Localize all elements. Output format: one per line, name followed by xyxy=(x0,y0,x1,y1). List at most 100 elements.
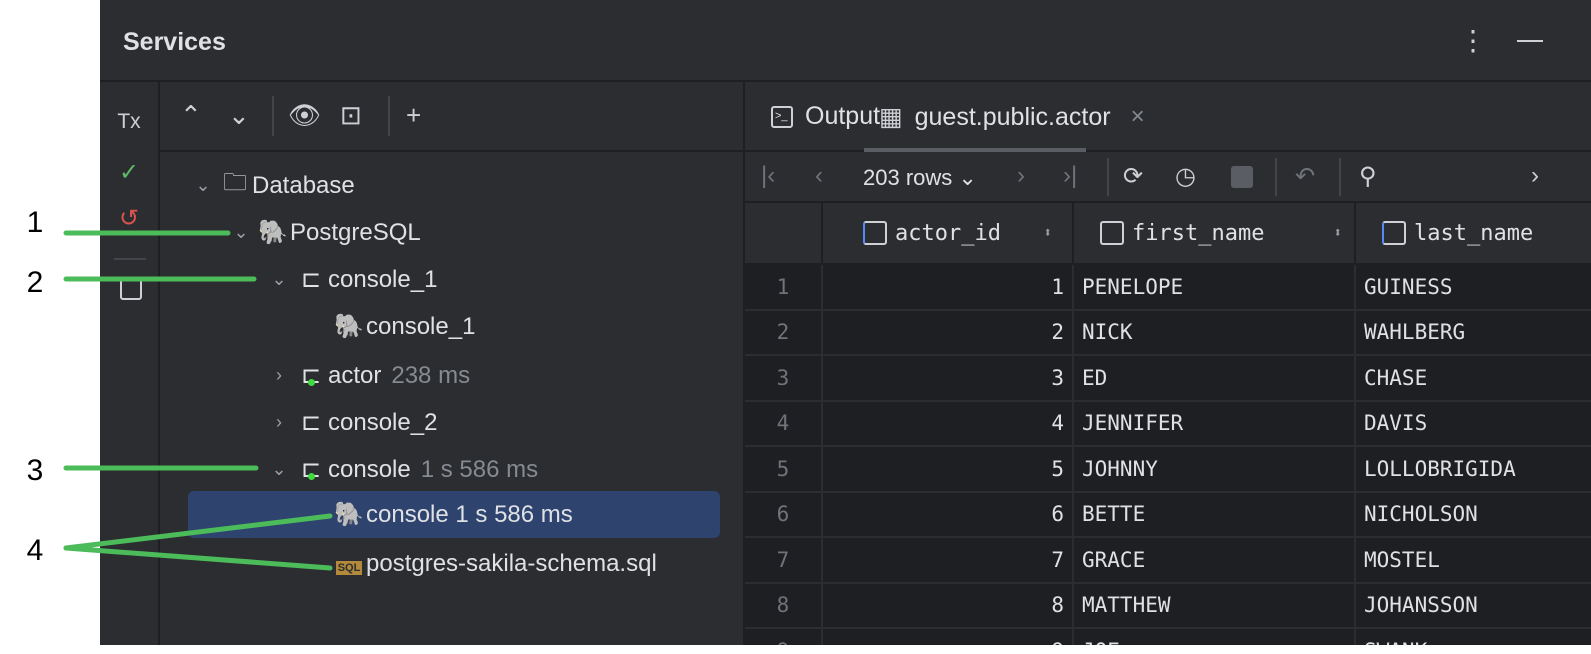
stop-icon[interactable] xyxy=(1231,166,1253,188)
cell-last-name[interactable]: GUINESS xyxy=(1356,265,1591,309)
cell-first-name[interactable]: JENNIFER xyxy=(1074,401,1356,445)
cell-actor-id[interactable]: 4 xyxy=(823,401,1074,445)
table-row[interactable]: 8 8 MATTHEW JOHANSSON xyxy=(745,583,1591,629)
column-header-actor-id[interactable]: actor_id ⬍ xyxy=(823,203,1074,263)
tree-item-console-child-selected[interactable]: 🐘 console 1 s 586 ms xyxy=(332,491,573,538)
table-row[interactable]: 6 6 BETTE NICHOLSON xyxy=(745,492,1591,538)
table-row[interactable]: 4 4 JENNIFER DAVIS xyxy=(745,401,1591,447)
column-label: last_name xyxy=(1414,220,1534,246)
layout-icon[interactable] xyxy=(120,278,142,300)
cell-first-name[interactable]: JOHNNY xyxy=(1074,447,1356,491)
tree-item-label: console_2 xyxy=(328,408,438,436)
cell-first-name[interactable]: PENELOPE xyxy=(1074,265,1356,309)
first-page-icon[interactable]: |‹ xyxy=(761,162,775,190)
cell-last-name[interactable]: MOSTEL xyxy=(1356,538,1591,582)
revert-icon[interactable]: ↶ xyxy=(1295,162,1315,191)
cell-actor-id[interactable]: 7 xyxy=(823,538,1074,582)
new-group-icon[interactable]: ⊡ xyxy=(340,100,362,131)
cell-first-name[interactable]: MATTHEW xyxy=(1074,583,1356,627)
add-icon[interactable]: + xyxy=(406,100,421,131)
chevron-right-icon[interactable]: › xyxy=(264,412,294,433)
row-count-dropdown[interactable]: 203 rows ⌄ xyxy=(863,165,977,191)
cell-actor-id[interactable]: 2 xyxy=(823,310,1074,354)
next-page-icon[interactable]: › xyxy=(1017,162,1025,190)
column-label: actor_id xyxy=(895,220,1001,246)
more-options-icon[interactable]: ⋮ xyxy=(1459,24,1487,57)
chevron-down-icon[interactable]: ⌄ xyxy=(188,175,218,196)
table-row[interactable]: 5 5 JOHNNY LOLLOBRIGIDA xyxy=(745,447,1591,493)
previous-page-icon[interactable]: ‹ xyxy=(815,162,823,190)
sort-icon[interactable]: ⬍ xyxy=(1334,225,1342,241)
pin-icon[interactable]: ⚲ xyxy=(1359,162,1377,191)
divider xyxy=(114,258,146,260)
session-icon: ⊏ xyxy=(300,266,322,293)
cell-first-name[interactable]: JOE xyxy=(1074,629,1356,645)
table-row[interactable]: 99JOESWANK xyxy=(745,629,1591,645)
tab-output[interactable]: >_ Output xyxy=(771,102,880,131)
cell-actor-id[interactable]: 8 xyxy=(823,583,1074,627)
cell-last-name[interactable]: DAVIS xyxy=(1356,402,1591,446)
cell-actor-id[interactable]: 6 xyxy=(823,492,1074,536)
tree-item-console[interactable]: ⌄ ⊏ console 1 s 586 ms xyxy=(264,446,538,493)
row-number: 5 xyxy=(745,447,823,491)
services-tree-panel: ⌃ ⌄ 👁 ⊡ + ⌄ 🗀 Database ⌄ 🐘 PostgreSQL ⌄ ⊏ cons… xyxy=(160,82,745,645)
last-page-icon[interactable]: ›| xyxy=(1063,162,1077,190)
minimize-icon[interactable] xyxy=(1517,40,1543,42)
cell-last-name[interactable]: SWANK xyxy=(1356,629,1591,645)
row-number: 9 xyxy=(745,629,823,645)
tree-item-actor[interactable]: › ⊏ actor 238 ms xyxy=(264,352,470,399)
tree-item-duration: 1 s 586 ms xyxy=(420,455,539,483)
tree-item-console-2[interactable]: › ⊏ console_2 xyxy=(264,399,437,446)
annotation-1: 1 xyxy=(26,206,44,239)
cell-last-name[interactable]: CHASE xyxy=(1356,356,1591,400)
tree-item-postgresql[interactable]: ⌄ 🐘 PostgreSQL xyxy=(226,209,420,256)
tab-guest-public-actor[interactable]: ▦ guest.public.actor × xyxy=(879,102,1145,132)
cell-last-name[interactable]: LOLLOBRIGIDA xyxy=(1356,447,1591,491)
column-header-first-name[interactable]: first_name ⬍ xyxy=(1074,203,1356,263)
toolbar-separator xyxy=(1275,158,1277,196)
tree-item-label: actor xyxy=(328,361,382,389)
chevron-down-icon[interactable]: ⌄ xyxy=(264,269,294,290)
cell-actor-id[interactable]: 9 xyxy=(823,629,1074,645)
row-number: 4 xyxy=(745,401,823,445)
cell-actor-id[interactable]: 3 xyxy=(823,356,1074,400)
primary-key-column-icon xyxy=(863,221,887,245)
refresh-icon[interactable]: ⟳ xyxy=(1123,162,1143,191)
table-row[interactable]: 1 1 PENELOPE GUINESS xyxy=(745,265,1591,311)
table-row[interactable]: 3 3 ED CHASE xyxy=(745,356,1591,402)
commit-icon[interactable]: ✓ xyxy=(100,158,158,187)
tree-item-console-1[interactable]: ⌄ ⊏ console_1 xyxy=(264,256,437,303)
cell-last-name[interactable]: NICHOLSON xyxy=(1356,493,1591,537)
tree-item-database[interactable]: ⌄ 🗀 Database xyxy=(188,162,354,209)
table-row[interactable]: 7 7 GRACE MOSTEL xyxy=(745,538,1591,584)
table-row[interactable]: 2 2 NICK WAHLBERG xyxy=(745,310,1591,356)
cell-first-name[interactable]: BETTE xyxy=(1074,492,1356,536)
column-icon xyxy=(1382,221,1406,245)
tx-mode-button[interactable]: Tx xyxy=(100,110,158,134)
column-header-last-name[interactable]: last_name xyxy=(1356,203,1591,263)
more-chevron-icon[interactable]: › xyxy=(1531,162,1539,190)
chevron-down-icon[interactable]: ⌄ xyxy=(264,459,294,480)
tree-item-console-1-child[interactable]: 🐘 console_1 xyxy=(332,303,475,350)
eye-icon[interactable]: 👁 xyxy=(288,100,321,131)
history-icon[interactable]: ◷ xyxy=(1175,162,1196,191)
tree-item-sql-file[interactable]: SQL postgres-sakila-schema.sql xyxy=(332,540,657,587)
cell-first-name[interactable]: GRACE xyxy=(1074,538,1356,582)
rollback-icon[interactable]: ↺ xyxy=(100,204,158,233)
cell-actor-id[interactable]: 5 xyxy=(823,447,1074,491)
grid-toolbar: |‹ ‹ 203 rows ⌄ › ›| ⟳ ◷ ↶ ⚲ › xyxy=(745,152,1591,203)
results-panel: >_ Output ▦ guest.public.actor × |‹ ‹ 203 r… xyxy=(745,82,1591,645)
data-grid: actor_id ⬍ first_name ⬍ last_name 1 1 PENELO… xyxy=(745,203,1591,645)
cell-last-name[interactable]: WAHLBERG xyxy=(1356,311,1591,355)
sort-icon[interactable]: ⬍ xyxy=(1044,225,1052,241)
collapse-all-icon[interactable]: ⌄ xyxy=(228,100,250,131)
chevron-down-icon[interactable]: ⌄ xyxy=(226,222,256,243)
table-icon: ▦ xyxy=(879,103,903,131)
close-tab-icon[interactable]: × xyxy=(1131,103,1145,131)
chevron-right-icon[interactable]: › xyxy=(264,365,294,386)
cell-last-name[interactable]: JOHANSSON xyxy=(1356,584,1591,628)
cell-actor-id[interactable]: 1 xyxy=(823,265,1074,309)
cell-first-name[interactable]: ED xyxy=(1074,356,1356,400)
expand-all-icon[interactable]: ⌃ xyxy=(180,100,202,131)
cell-first-name[interactable]: NICK xyxy=(1074,310,1356,354)
